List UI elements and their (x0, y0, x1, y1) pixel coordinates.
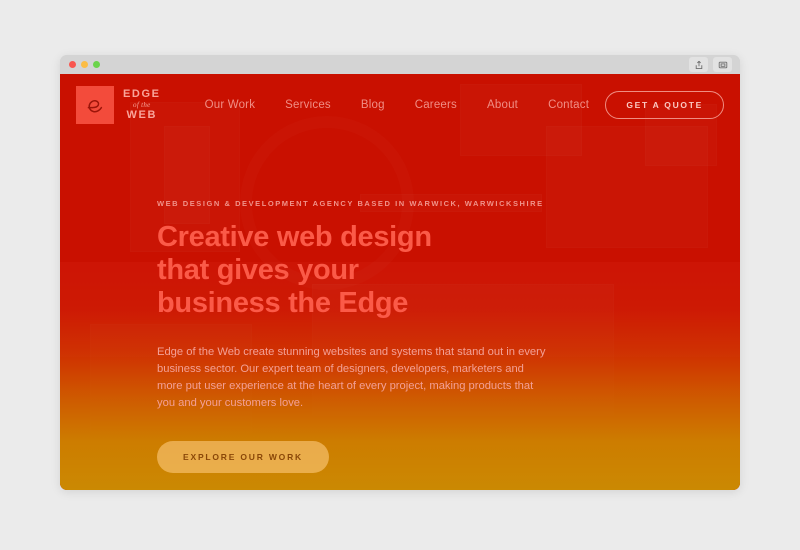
share-icon (694, 60, 704, 70)
get-a-quote-button[interactable]: GET A QUOTE (605, 91, 724, 119)
share-button[interactable] (689, 57, 708, 72)
nav-item-our-work[interactable]: Our Work (205, 99, 256, 111)
explore-our-work-button[interactable]: EXPLORE OUR WORK (157, 440, 329, 473)
minimize-window-button[interactable] (81, 61, 88, 68)
hero-headline: Creative web design that gives your busi… (157, 221, 432, 319)
tabs-button[interactable] (713, 57, 732, 72)
nav-item-blog[interactable]: Blog (361, 99, 385, 111)
logo-line-edge: EDGE (123, 88, 161, 100)
tabs-icon (718, 60, 728, 70)
site-viewport: EDGE of the WEB Our Work Services Blog C… (60, 74, 740, 490)
close-window-button[interactable] (69, 61, 76, 68)
browser-titlebar (60, 55, 740, 74)
hero-paragraph: Edge of the Web create stunning websites… (157, 345, 546, 409)
logo-wordmark: EDGE of the WEB (123, 89, 161, 121)
browser-window: EDGE of the WEB Our Work Services Blog C… (60, 55, 740, 490)
maximize-window-button[interactable] (93, 61, 100, 68)
nav-item-services[interactable]: Services (285, 99, 331, 111)
logo-e-icon (76, 86, 114, 124)
nav-item-about[interactable]: About (487, 99, 518, 111)
traffic-lights (69, 61, 100, 68)
site-header: EDGE of the WEB Our Work Services Blog C… (60, 74, 740, 136)
logo-line-web: WEB (126, 109, 158, 121)
site-logo[interactable]: EDGE of the WEB (76, 86, 161, 124)
hero-eyebrow: WEB DESIGN & DEVELOPMENT AGENCY BASED IN… (157, 199, 544, 208)
titlebar-actions (689, 57, 732, 72)
nav-item-contact[interactable]: Contact (548, 99, 589, 111)
nav-item-careers[interactable]: Careers (415, 99, 457, 111)
main-navigation: Our Work Services Blog Careers About Con… (205, 99, 590, 111)
logo-line-ofthe: of the (133, 100, 151, 109)
hero-section: WEB DESIGN & DEVELOPMENT AGENCY BASED IN… (60, 136, 627, 473)
